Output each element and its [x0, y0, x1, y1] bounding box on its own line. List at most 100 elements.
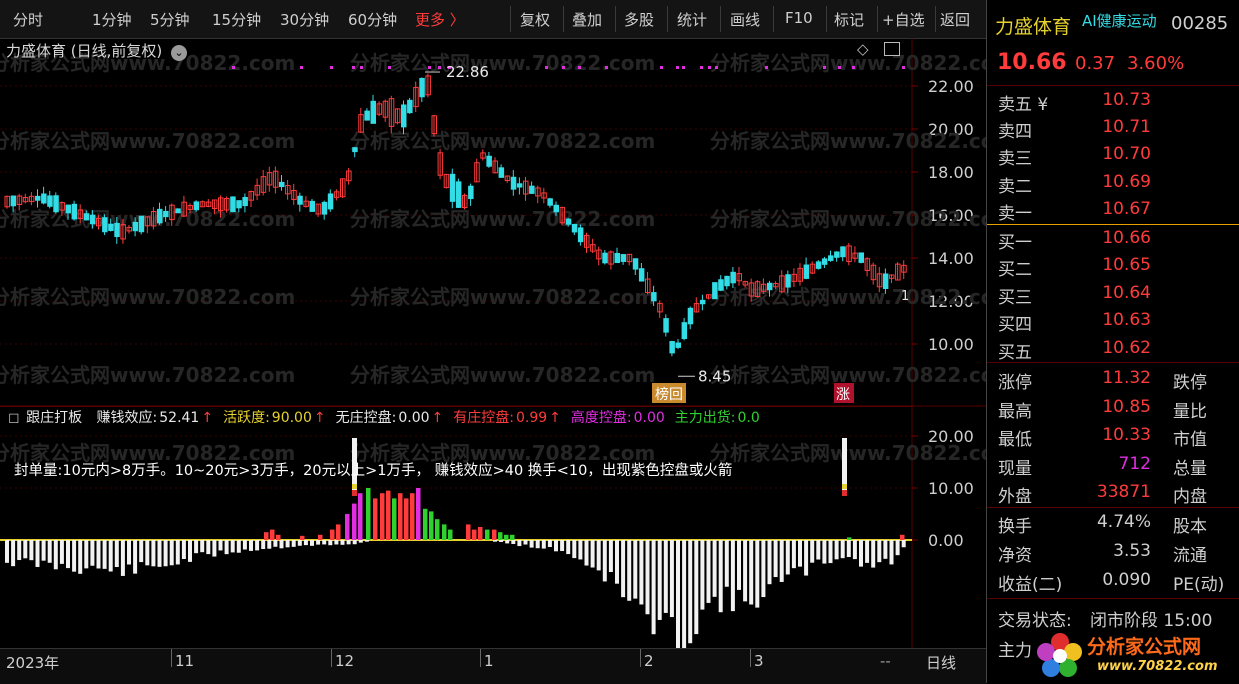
mark-button[interactable]: 标记 [834, 9, 864, 30]
volume-bar-negative [810, 540, 815, 563]
volume-bar-negative [755, 540, 760, 608]
multi-stock-button[interactable]: 多股 [624, 9, 654, 30]
ask-row-0[interactable]: 卖五 ¥10.73 [987, 88, 1239, 115]
stat-value: 33871 [1096, 482, 1151, 503]
bid-row-2[interactable]: 买三 10.64 [987, 281, 1239, 308]
volume-bar-positive [423, 508, 428, 540]
stock-tag[interactable]: AI健康运动 [1082, 10, 1157, 31]
candle-body [815, 261, 822, 269]
diamond-icon[interactable]: ◇ [857, 40, 869, 58]
stats-button[interactable]: 统计 [677, 9, 707, 30]
watermark: 分析家公式网www.70822.com [350, 129, 655, 153]
volume-bar-negative [767, 540, 772, 585]
period-more[interactable]: 更多 〉 [415, 9, 465, 30]
back-button[interactable]: 返回 [940, 9, 970, 30]
square-icon[interactable]: ◻ [8, 410, 20, 426]
site-logo: 分析家公式网 www.70822.com [1035, 628, 1239, 683]
fin-row-0[interactable]: 换手 4.74% 股本 [987, 510, 1239, 537]
volume-bar-negative [5, 540, 9, 563]
indicator-item-value-5: 0.0 [737, 410, 760, 426]
panel-toggle-icon[interactable] [884, 42, 900, 56]
volume-bar-negative [53, 540, 58, 570]
add-watchlist-button[interactable]: +自选 [882, 9, 925, 30]
signal-dot [676, 66, 679, 69]
candle-body [35, 195, 41, 201]
overlay-button[interactable]: 叠加 [572, 9, 602, 30]
watermark: 分析家公式网www.70822.com [350, 363, 655, 387]
period-1min[interactable]: 1分钟 [92, 9, 132, 30]
candle-body [138, 215, 145, 233]
candle-body [71, 203, 78, 220]
volume-bar-negative [84, 540, 89, 569]
signal-dot [428, 66, 431, 69]
fin-row-1[interactable]: 净资 3.53 流通 [987, 539, 1239, 566]
period-30min[interactable]: 30分钟 [280, 9, 329, 30]
fin-row-2[interactable]: 收益(二) 0.090 PE(动) [987, 568, 1239, 595]
candle-body [401, 104, 407, 128]
stat-row-4[interactable]: 外盘 33871 内盘 [987, 480, 1239, 507]
volume-bar-negative [822, 540, 827, 564]
signal-dot [660, 66, 663, 69]
volume-bar-positive [366, 488, 371, 540]
candle-body [157, 208, 163, 224]
watermark: 分析家公式网www.70822.com [710, 51, 986, 75]
fuquan-button[interactable]: 复权 [520, 9, 550, 30]
volume-bar-negative [834, 540, 839, 560]
candle-body [510, 176, 517, 190]
bid-row-0[interactable]: 买一 10.66 [987, 226, 1239, 253]
volume-bar-negative [90, 540, 95, 566]
chevron-down-icon[interactable]: ⌄ [171, 45, 188, 61]
period-fenshi[interactable]: 分时 [13, 9, 43, 30]
fin-value: 0.090 [1102, 569, 1151, 590]
ask-value: 10.69 [1102, 171, 1151, 192]
ask-value: 10.67 [1102, 198, 1151, 219]
kline-chart[interactable]: 22.0020.0018.0016.0014.0012.0010.00分析家公式… [0, 38, 986, 648]
stat-row-0[interactable]: 涨停 11.32 跌停 [987, 366, 1239, 393]
timeline-dash[interactable]: -- [880, 652, 891, 670]
volume-bar-negative [505, 540, 510, 544]
candle-body [516, 183, 523, 188]
ask-row-3[interactable]: 卖二 10.69 [987, 170, 1239, 197]
candle-body [767, 282, 773, 291]
stat-label2: 内盘 [1173, 487, 1207, 508]
volume-bar-positive [380, 493, 385, 540]
bid-row-4[interactable]: 买五 10.62 [987, 336, 1239, 363]
draw-line-button[interactable]: 画线 [730, 9, 760, 30]
stat-row-1[interactable]: 最高 10.85 量比 [987, 395, 1239, 422]
ask-row-1[interactable]: 卖四 10.71 [987, 115, 1239, 142]
stat-row-2[interactable]: 最低 10.33 市值 [987, 423, 1239, 450]
signal-dot [852, 66, 855, 69]
bid-row-1[interactable]: 买二 10.65 [987, 253, 1239, 280]
volume-bar-negative [627, 540, 632, 601]
indicator-item-value-2: 0.00 [398, 410, 430, 426]
volume-bar-negative [303, 540, 308, 546]
signal-dot [360, 66, 363, 69]
indicator-item-5: 主力出货: [674, 410, 736, 426]
volume-bar-negative [145, 540, 150, 566]
volume-bar-negative [785, 540, 790, 575]
period-5min[interactable]: 5分钟 [150, 9, 190, 30]
watermark: 分析家公式网www.70822.com [350, 285, 655, 309]
volume-bar-positive [510, 534, 515, 540]
bid-row-3[interactable]: 买四 10.63 [987, 308, 1239, 335]
fin-value: 3.53 [1113, 540, 1151, 561]
ask-row-4[interactable]: 卖一 10.67 [987, 197, 1239, 224]
signal-dot [708, 66, 711, 69]
signal-dot [300, 66, 303, 69]
indicator-name[interactable]: 跟庄打板 [26, 410, 82, 426]
candle-body [638, 268, 645, 282]
period-label[interactable]: 日线 [926, 652, 956, 673]
stat-row-3[interactable]: 现量 712 总量 [987, 452, 1239, 479]
ask-row-2[interactable]: 卖三 10.70 [987, 142, 1239, 169]
watermark: 分析家公式网www.70822.com [710, 207, 986, 231]
signal-dot [715, 66, 718, 69]
period-60min[interactable]: 60分钟 [348, 9, 397, 30]
volume-bar-negative [163, 540, 168, 567]
volume-bar-negative [511, 540, 516, 544]
candle-body [297, 195, 303, 205]
f10-button[interactable]: F10 [785, 9, 813, 27]
volume-bar-negative [901, 540, 906, 548]
period-15min[interactable]: 15分钟 [212, 9, 261, 30]
quote-panel: 力盛体育 AI健康运动 00285 10.66 0.37 3.60% 卖五 ¥1… [986, 0, 1239, 683]
signal-dot-red [842, 490, 847, 496]
